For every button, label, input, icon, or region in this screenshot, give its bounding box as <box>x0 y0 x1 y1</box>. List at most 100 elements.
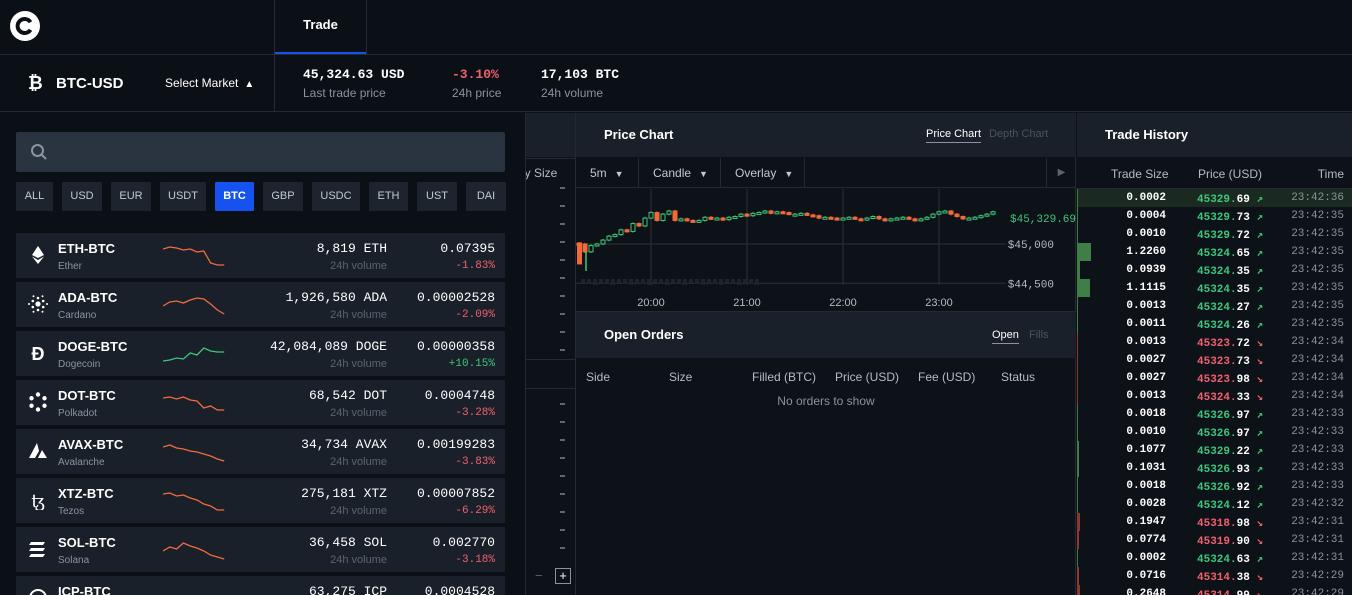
sparkline <box>163 396 225 411</box>
candle-body <box>582 243 588 253</box>
filter-eth[interactable]: ETH <box>369 182 408 211</box>
arrow-down-right-icon: ↘ <box>1249 392 1264 404</box>
candle-body <box>738 213 744 217</box>
market-row[interactable]: AVAX-BTC Avalanche 34,734 AVAX 24h volume 0.… <box>16 429 505 474</box>
candle-body <box>858 218 864 222</box>
select-market-button[interactable]: Select Market ▲ <box>165 76 254 90</box>
price-chart-header: Price Chart Price Chart Depth Chart <box>576 113 1076 157</box>
trade-price-base: 45329. <box>1197 446 1237 458</box>
collapse-arrow-icon[interactable]: ▶ <box>1046 158 1076 188</box>
arrow-up-right-icon: ↗ <box>1249 464 1264 476</box>
tab-open-orders[interactable]: Open <box>992 329 1019 344</box>
trade-size-bar <box>1077 441 1079 459</box>
arrow-up-right-icon: ↗ <box>1249 266 1264 278</box>
candlestick-chart: $45,000 $44,500 20:00 21:00 22:00 23:00 $45,32… <box>576 189 1076 309</box>
market-volume-label: 24h volume <box>330 554 387 566</box>
tezos-icon: ꜩ <box>31 491 45 510</box>
overlay-dropdown[interactable]: Overlay ▼ <box>721 158 805 188</box>
market-volume-label: 24h volume <box>330 407 387 419</box>
market-volume: 8,819 ETH <box>316 241 387 256</box>
search-input[interactable] <box>16 132 505 172</box>
trade-size: 0.0002 <box>1126 552 1166 564</box>
candle-body <box>978 215 984 219</box>
filter-ust[interactable]: UST <box>417 182 457 211</box>
trade-price-base: 45329. <box>1197 212 1237 224</box>
trade-price-base: 45329. <box>1197 230 1237 242</box>
open-orders-panel: Open Orders Open Fills Side Size Filled … <box>576 311 1076 595</box>
candle-body <box>942 210 948 214</box>
filter-usdc[interactable]: USDC <box>312 182 360 211</box>
candle-body <box>696 219 702 223</box>
market-row[interactable]: ETH-BTC Ether 8,819 ETH 24h volume 0.07395 -1… <box>16 233 505 278</box>
trade-time: 23:42:35 <box>1291 318 1344 330</box>
volume-bar <box>695 279 699 284</box>
interval-dropdown[interactable]: 5m ▼ <box>576 158 639 188</box>
candle-body <box>606 235 612 241</box>
candle-body <box>630 223 636 232</box>
order-book-header <box>526 113 575 157</box>
arrow-down-right-icon: ↘ <box>1249 518 1264 530</box>
trade-price-base: 45324. <box>1197 320 1237 332</box>
sparkline <box>163 347 225 362</box>
trade-size: 0.0013 <box>1126 336 1166 348</box>
candle-body <box>577 242 582 265</box>
filter-eur[interactable]: EUR <box>111 182 151 211</box>
trade-size: 0.1947 <box>1126 516 1166 528</box>
filter-dai[interactable]: DAI <box>466 182 506 211</box>
market-row[interactable]: Đ DOGE-BTC Dogecoin 42,084,089 DOGE 24h volu… <box>16 331 505 376</box>
column-header-price: Price (USD) <box>1198 167 1263 181</box>
trade-row: 0.0027 45323.73 ↘ 23:42:34 <box>1077 351 1352 369</box>
trade-price-base: 45323. <box>1197 356 1237 368</box>
volume-bar <box>647 279 651 285</box>
chart-style-dropdown[interactable]: Candle ▼ <box>639 158 721 188</box>
tab-fills[interactable]: Fills <box>1029 329 1049 341</box>
filter-usd[interactable]: USD <box>62 182 102 211</box>
volume-value: 17,103 BTC <box>541 67 620 82</box>
coinbase-logo-icon[interactable] <box>10 11 40 41</box>
zoom-in-button[interactable]: + <box>555 568 571 584</box>
market-volume: 68,542 DOT <box>308 388 387 403</box>
tab-trade[interactable]: Trade <box>274 0 367 54</box>
market-row[interactable]: DOT-BTC Polkadot 68,542 DOT 24h volume 0.000… <box>16 380 505 425</box>
tab-depth-chart[interactable]: Depth Chart <box>989 128 1048 140</box>
trade-price-decimals: 69 <box>1236 194 1250 206</box>
trade-price: 45314.99 ↘ <box>1197 588 1263 595</box>
filter-btc[interactable]: BTC <box>215 182 254 211</box>
volume-bar <box>659 279 663 284</box>
market-row[interactable]: ICP-BTC 63,275 ICP 0.0004528 <box>16 576 505 595</box>
market-change: -3.83% <box>455 456 495 468</box>
arrow-down-right-icon: ↘ <box>1249 338 1264 350</box>
trade-price-decimals: 72 <box>1236 338 1250 350</box>
candle-body <box>870 216 876 219</box>
trade-price-base: 45326. <box>1197 482 1237 494</box>
trade-size-bar <box>1077 513 1080 531</box>
tab-price-chart[interactable]: Price Chart <box>926 128 982 143</box>
column-header-size: Size <box>669 370 693 384</box>
trade-price-base: 45323. <box>1197 374 1237 386</box>
filter-gbp[interactable]: GBP <box>263 182 303 211</box>
candle-body <box>846 216 852 220</box>
candle-body <box>894 217 900 221</box>
market-row[interactable]: ꜩ XTZ-BTC Tezos 275,181 XTZ 24h volume 0.0000… <box>16 478 505 523</box>
trade-size: 0.0013 <box>1126 300 1166 312</box>
filter-usdt[interactable]: USDT <box>160 182 206 211</box>
market-row[interactable]: ADA-BTC Cardano 1,926,580 ADA 24h volume 0.0… <box>16 282 505 327</box>
x-tick-label: 22:00 <box>829 297 857 309</box>
trade-row: 0.0002 45329.69 ↗ 23:42:36 <box>1077 189 1352 207</box>
arrow-down-right-icon: ↘ <box>1249 572 1264 584</box>
candle-body <box>768 210 774 214</box>
trade-row: 1.1115 45324.35 ↗ 23:42:35 <box>1077 279 1352 297</box>
trade-price: 45326.97 ↗ <box>1197 426 1263 440</box>
candle-body <box>690 219 696 223</box>
market-row[interactable]: SOL-BTC Solana 36,458 SOL 24h volume 0.00277… <box>16 527 505 572</box>
zoom-out-button[interactable]: − <box>535 568 543 583</box>
market-full-name: Dogecoin <box>58 359 101 370</box>
trade-history-header: Trade History <box>1077 113 1352 157</box>
trade-size-bar <box>1077 279 1090 297</box>
trade-price: 45326.97 ↗ <box>1197 408 1263 422</box>
market-volume-label: 24h volume <box>330 505 387 517</box>
filter-all[interactable]: ALL <box>16 182 53 211</box>
trade-price-decimals: 99 <box>1237 590 1250 595</box>
trade-row: 0.2648 45314.99 ↘ 23:42:29 <box>1077 585 1352 595</box>
trade-size-bar <box>1077 333 1078 351</box>
